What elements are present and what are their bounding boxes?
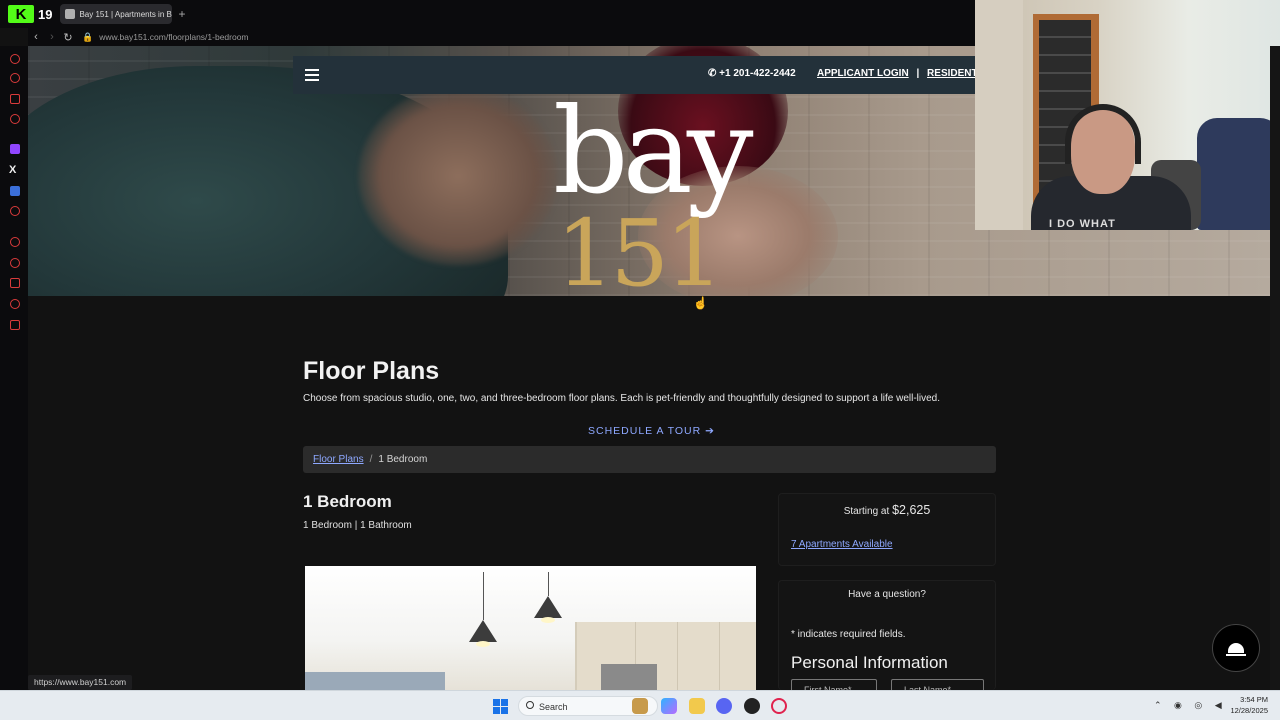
- sidebar-app-icon[interactable]: [10, 73, 20, 83]
- back-icon[interactable]: ‹: [28, 31, 44, 43]
- photo-window: [305, 672, 445, 690]
- login-separator: |: [916, 68, 920, 79]
- windows-start-icon[interactable]: [493, 699, 508, 714]
- new-tab-icon[interactable]: +: [178, 7, 185, 21]
- unit-title: 1 Bedroom: [303, 492, 392, 511]
- question-heading: Have a question?: [848, 589, 926, 600]
- screen: K 19 Bay 151 | Apartments in Be + ‹ › ↻ …: [0, 0, 1280, 720]
- photo-appliance: [601, 664, 657, 690]
- personal-info-heading: Personal Information: [791, 653, 948, 672]
- pendant-lamp-icon: [534, 596, 562, 618]
- browser-tab[interactable]: Bay 151 | Apartments in Be: [60, 4, 173, 24]
- breadcrumb-current: 1 Bedroom: [378, 454, 428, 465]
- clock-time: 3:54 PM: [1240, 695, 1268, 704]
- sidebar-app-icon[interactable]: [10, 94, 20, 104]
- tab-title: Bay 151 | Apartments in Be: [79, 9, 173, 19]
- taskbar-search-label: Search: [539, 702, 568, 712]
- app-icon[interactable]: [744, 698, 760, 714]
- phone-icon: ✆: [708, 68, 720, 79]
- system-tray[interactable]: ⌃ ◉ ◎ ◀: [1154, 700, 1227, 711]
- concierge-bell-button[interactable]: [1212, 624, 1260, 672]
- webcam-wall: [975, 0, 1023, 230]
- schedule-tour-button[interactable]: SCHEDULE A TOUR ➔: [588, 425, 715, 437]
- lamp-cord: [548, 572, 549, 596]
- twitch-icon[interactable]: [10, 144, 20, 154]
- tab-favicon-icon: [65, 9, 76, 19]
- widget-icon[interactable]: [632, 698, 648, 714]
- cabinet-line: [719, 622, 720, 690]
- breadcrumb: Floor Plans / 1 Bedroom: [303, 446, 996, 473]
- copilot-icon[interactable]: [661, 698, 677, 714]
- starting-label: Starting at: [843, 506, 890, 517]
- kick-logo-icon[interactable]: K: [8, 5, 34, 23]
- pendant-lamp-icon: [469, 620, 497, 642]
- lock-icon: 🔒: [82, 31, 94, 42]
- clock-date: 12/28/2025: [1230, 706, 1268, 715]
- hero-face-shape: [358, 86, 558, 266]
- address-bar: ‹ › ↻ 🔒 www.bay151.com/floorplans/1-bedr…: [28, 28, 976, 46]
- logo-number: 151: [556, 200, 724, 307]
- lamp-glow: [541, 617, 555, 623]
- page-title: Floor Plans: [303, 357, 440, 385]
- scrollbar[interactable]: [1270, 46, 1280, 690]
- webcam-overlay: I DO WHAT: [975, 0, 1280, 230]
- unit-subtitle: 1 Bedroom | 1 Bathroom: [303, 520, 412, 531]
- file-explorer-icon[interactable]: [689, 698, 705, 714]
- opera-gx-icon[interactable]: [771, 698, 787, 714]
- sidebar-app-icon[interactable]: [10, 278, 20, 288]
- search-icon: [526, 701, 534, 709]
- schedule-tour-label: SCHEDULE A TOUR: [588, 425, 702, 437]
- browser-tab-bar: K 19 Bay 151 | Apartments in Be +: [0, 0, 976, 28]
- headset-icon: [1065, 104, 1141, 164]
- sidebar-app-icon[interactable]: [10, 299, 20, 309]
- x-icon[interactable]: X: [9, 165, 19, 176]
- apartments-available-link[interactable]: 7 Apartments Available: [791, 539, 893, 550]
- page-description: Choose from spacious studio, one, two, a…: [303, 393, 941, 404]
- hand-cursor-icon: ☝: [693, 296, 708, 310]
- discord-icon[interactable]: [716, 698, 732, 714]
- sidebar-app-icon[interactable]: [10, 54, 20, 64]
- lamp-glow: [476, 641, 490, 647]
- phone-number: +1 201-422-2442: [719, 68, 796, 79]
- webcam-shirt-text: I DO WHAT: [1049, 218, 1116, 230]
- webcam-bag: [1197, 118, 1280, 230]
- breadcrumb-separator: /: [369, 454, 373, 465]
- hamburger-menu-icon[interactable]: [305, 69, 319, 81]
- contact-form-panel: Have a question? * indicates required fi…: [778, 580, 996, 695]
- sidebar-app-icon[interactable]: [10, 186, 20, 196]
- cabinet-line: [677, 622, 678, 690]
- reload-icon[interactable]: ↻: [60, 31, 76, 44]
- kick-count: 19: [38, 6, 53, 22]
- pricing-panel: Starting at $2,625 7 Apartments Availabl…: [778, 493, 996, 566]
- url-text[interactable]: www.bay151.com/floorplans/1-bedroom: [99, 32, 248, 42]
- arrow-right-icon: ➔: [705, 425, 715, 437]
- lamp-cord: [483, 572, 484, 620]
- sidebar-app-icon[interactable]: [10, 206, 20, 216]
- required-note: * indicates required fields.: [791, 629, 906, 640]
- windows-taskbar: Search ⌃ ◉ ◎ ◀ 3:54 PM 12/28/2025: [0, 690, 1280, 720]
- breadcrumb-floor-plans-link[interactable]: Floor Plans: [313, 454, 364, 465]
- phone-link[interactable]: ✆ +1 201-422-2442: [708, 68, 796, 79]
- floorplan-photo[interactable]: [305, 566, 756, 690]
- logo-wordmark[interactable]: bay: [553, 92, 754, 210]
- sidebar-app-icon[interactable]: [10, 320, 20, 330]
- sidebar-app-icon[interactable]: [10, 258, 20, 268]
- browser-sidebar: X GX ⋯: [0, 46, 28, 720]
- price-value: $2,625: [892, 503, 931, 517]
- status-bar-url: https://www.bay151.com: [28, 675, 133, 690]
- starting-price: Starting at $2,625: [779, 503, 995, 517]
- sidebar-app-icon[interactable]: [10, 237, 20, 247]
- bell-icon: [1226, 643, 1246, 656]
- sidebar-app-icon[interactable]: [10, 114, 20, 124]
- login-links: APPLICANT LOGIN | RESIDENT LO: [817, 68, 994, 79]
- forward-icon[interactable]: ›: [44, 31, 60, 43]
- applicant-login-link[interactable]: APPLICANT LOGIN: [817, 68, 909, 79]
- taskbar-clock[interactable]: 3:54 PM 12/28/2025: [1228, 694, 1268, 716]
